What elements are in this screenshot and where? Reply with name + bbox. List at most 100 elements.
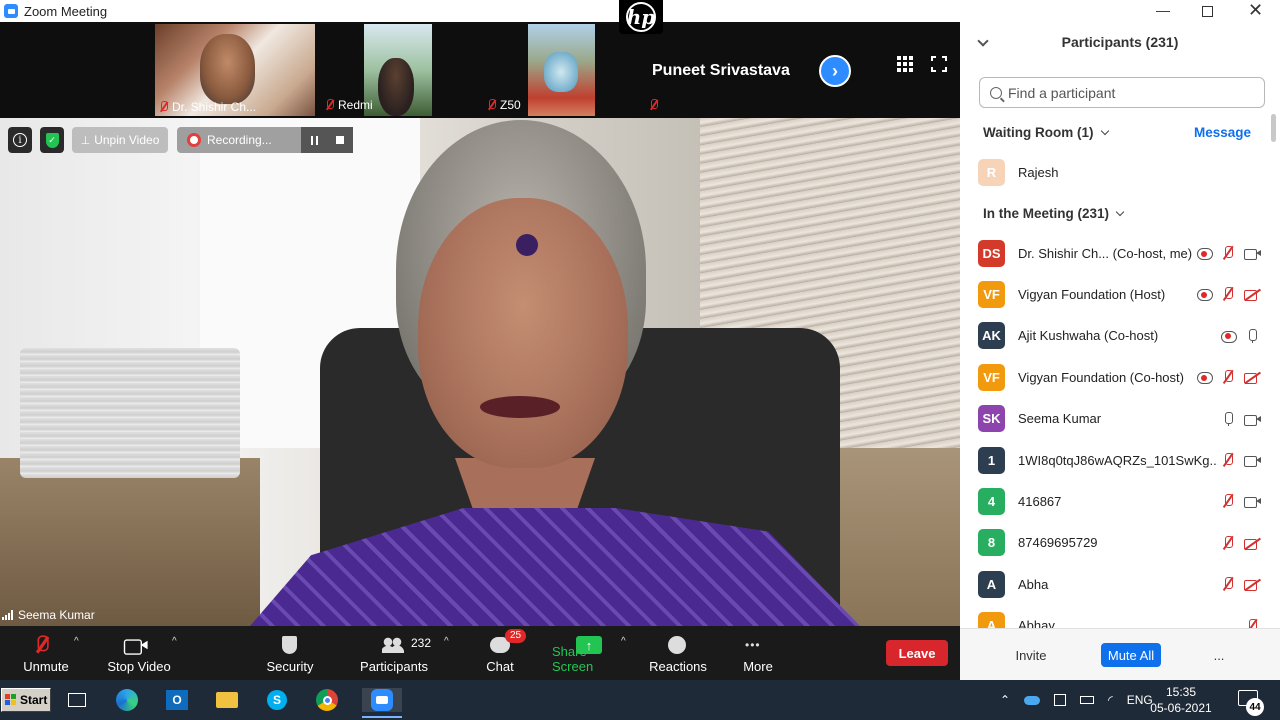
participant-row[interactable]: 8 87469695729 xyxy=(978,529,1264,557)
start-label: Start xyxy=(20,693,48,707)
reactions-button[interactable]: Reactions xyxy=(649,626,707,680)
video-camera-icon[interactable] xyxy=(1244,245,1261,261)
participant-name: Vigyan Foundation (Host) xyxy=(1018,286,1166,302)
participant-name: 416867 xyxy=(1018,493,1062,509)
hp-logo: hp xyxy=(619,0,663,34)
participants-count: 232 xyxy=(411,636,432,650)
meeting-info-button[interactable]: i xyxy=(8,127,32,153)
mute-all-button[interactable]: Mute All xyxy=(1101,643,1161,667)
video-camera-icon[interactable] xyxy=(1244,493,1261,509)
panel-scrollbar[interactable] xyxy=(1271,110,1277,628)
stop-video-button[interactable]: Stop Video xyxy=(104,626,174,680)
recording-icon xyxy=(1196,245,1213,261)
tray-app-icon[interactable] xyxy=(1054,694,1067,706)
participant-row[interactable]: A Abha xyxy=(978,570,1264,598)
mic-icon[interactable] xyxy=(1244,328,1260,344)
mic-muted-icon[interactable] xyxy=(1220,245,1236,261)
unpin-video-button[interactable]: ⊥ Unpin Video xyxy=(72,127,168,153)
participant-row[interactable]: 4 416867 xyxy=(978,487,1264,515)
audio-options-caret[interactable]: ^ xyxy=(74,636,79,647)
mic-muted-icon[interactable] xyxy=(1220,493,1236,509)
chrome-icon[interactable] xyxy=(314,688,340,712)
notification-count-badge: 44 xyxy=(1246,698,1264,716)
pin-icon: ⊥ xyxy=(80,134,91,147)
thumbnail-video[interactable] xyxy=(528,24,595,116)
video-off-icon[interactable] xyxy=(1244,286,1260,302)
onedrive-icon[interactable] xyxy=(1024,695,1041,705)
participants-icon xyxy=(382,634,404,656)
leave-meeting-button[interactable]: Leave xyxy=(886,640,948,666)
participant-row[interactable]: VF Vigyan Foundation (Co-host) xyxy=(978,363,1264,391)
participant-row[interactable]: AK Ajit Kushwaha (Co-host) xyxy=(978,322,1264,350)
thumbnail-video[interactable] xyxy=(364,24,432,116)
mic-muted-icon xyxy=(325,99,334,111)
video-off-icon[interactable] xyxy=(1244,535,1260,551)
video-camera-icon[interactable] xyxy=(1244,452,1261,468)
thumbnail-label: Z50 xyxy=(487,98,521,112)
participant-name: Dr. Shishir Ch... (Co-host, me) xyxy=(1018,245,1193,261)
task-view-icon[interactable] xyxy=(64,688,90,712)
participants-options-caret[interactable]: ^ xyxy=(444,636,449,647)
mic-muted-icon[interactable] xyxy=(1220,286,1236,302)
gallery-view-icon[interactable] xyxy=(897,56,913,72)
share-options-caret[interactable]: ^ xyxy=(621,636,626,647)
video-camera-icon[interactable] xyxy=(1244,411,1261,427)
encryption-shield-button[interactable]: ✓ xyxy=(40,127,64,153)
system-tray: ⌃ ◜ ENG xyxy=(1000,680,1153,720)
participant-row[interactable]: 1 1WI8q0tqJ86wAQRZs_101SwKg... xyxy=(978,446,1264,474)
avatar: DS xyxy=(978,239,1005,267)
avatar: 8 xyxy=(978,529,1005,557)
share-screen-button[interactable]: ↑ Share Screen xyxy=(552,626,626,680)
share-screen-icon: ↑ xyxy=(576,636,602,654)
participant-row[interactable]: VF Vigyan Foundation (Host) xyxy=(978,280,1264,308)
thumbnail-name-tile[interactable]: Puneet Srivastava xyxy=(652,62,790,80)
thumbnail-name: Redmi xyxy=(338,98,373,112)
more-options-button[interactable]: ... xyxy=(1207,643,1231,667)
skype-icon[interactable]: S xyxy=(264,688,290,712)
mic-muted-icon[interactable] xyxy=(1220,369,1236,385)
title-bar: Zoom Meeting xyxy=(0,0,960,22)
file-explorer-icon[interactable] xyxy=(214,688,240,712)
participants-button[interactable]: Participants xyxy=(358,626,430,680)
video-detail xyxy=(516,234,538,256)
wifi-icon[interactable]: ◜ xyxy=(1108,693,1113,707)
stop-recording-button[interactable] xyxy=(327,127,353,153)
chevron-right-icon: › xyxy=(832,60,838,81)
video-options-caret[interactable]: ^ xyxy=(172,636,177,647)
more-button[interactable]: ••• More xyxy=(740,626,776,680)
participant-row[interactable]: DS Dr. Shishir Ch... (Co-host, me) xyxy=(978,239,1264,267)
start-button[interactable]: Start xyxy=(1,688,51,712)
invite-button[interactable]: Invite xyxy=(1008,643,1054,667)
mic-muted-icon[interactable] xyxy=(1220,452,1236,468)
participant-row[interactable]: A Abhay xyxy=(978,612,1264,628)
outlook-icon[interactable]: O xyxy=(164,688,190,712)
smiley-icon xyxy=(668,634,686,656)
avatar: AK xyxy=(978,322,1005,350)
next-page-button[interactable]: › xyxy=(819,55,851,87)
mic-muted-icon[interactable] xyxy=(1220,535,1236,551)
thumbnail-name: Dr. Shishir Ch... xyxy=(172,100,257,114)
video-off-icon[interactable] xyxy=(1244,369,1260,385)
battery-icon[interactable] xyxy=(1080,696,1095,704)
edge-browser-icon[interactable] xyxy=(114,688,140,712)
participant-row[interactable]: SK Seema Kumar xyxy=(978,405,1264,433)
fullscreen-icon[interactable] xyxy=(931,56,947,72)
mic-muted-icon[interactable] xyxy=(1220,576,1236,592)
mic-muted-icon[interactable] xyxy=(1244,618,1260,628)
unmute-button[interactable]: Unmute xyxy=(18,626,74,680)
participant-name: Ajit Kushwaha (Co-host) xyxy=(1018,328,1159,344)
thumbnail-video[interactable]: Dr. Shishir Ch... xyxy=(155,24,315,116)
mic-icon[interactable] xyxy=(1220,411,1236,427)
security-button[interactable]: Security xyxy=(262,626,318,680)
active-speaker-video[interactable] xyxy=(0,118,960,626)
shield-icon xyxy=(282,634,297,656)
language-indicator[interactable]: ENG xyxy=(1127,693,1153,707)
more-label: More xyxy=(743,659,773,674)
pause-recording-button[interactable] xyxy=(301,127,327,153)
chevron-up-icon[interactable]: ⌃ xyxy=(1000,693,1010,707)
system-clock[interactable]: 15:35 05-06-2021 xyxy=(1150,684,1212,716)
participant-name: Abhay xyxy=(1018,618,1055,628)
signal-strength-icon xyxy=(2,610,13,620)
zoom-taskbar-icon[interactable] xyxy=(362,688,402,718)
video-off-icon[interactable] xyxy=(1244,576,1260,592)
